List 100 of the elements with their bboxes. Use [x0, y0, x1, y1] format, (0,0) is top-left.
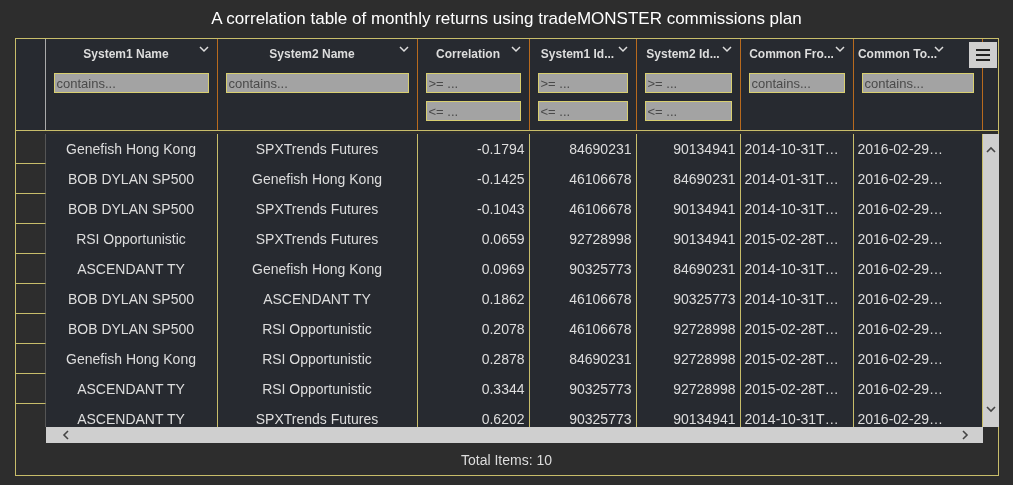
column-header[interactable]: Common To...: [857, 47, 938, 61]
column-header[interactable]: System1 Id...: [540, 47, 615, 61]
table-cell: SPXTrends Futures: [217, 194, 418, 224]
menu-icon: [975, 49, 990, 61]
filter-field[interactable]: <= ...: [644, 101, 732, 121]
row-header[interactable]: [15, 134, 46, 164]
row-header[interactable]: [15, 254, 46, 284]
table-cell: 2014-01-31T…: [740, 164, 854, 194]
row-header[interactable]: [15, 224, 46, 254]
table-cell: 2016-02-29…: [853, 344, 983, 374]
table-cell: Genefish Hong Kong: [45, 134, 218, 164]
table-cell: 46106678: [529, 164, 637, 194]
table-cell: -0.1794: [417, 134, 530, 164]
chevron-down-icon[interactable]: [198, 46, 209, 53]
menu-button[interactable]: [968, 42, 997, 68]
scroll-down-icon[interactable]: [985, 405, 996, 413]
table-cell: 0.0659: [417, 224, 530, 254]
table-cell: 2014-10-31T…: [740, 284, 854, 314]
table-cell: 46106678: [529, 314, 637, 344]
table-cell: BOB DYLAN SP500: [45, 194, 218, 224]
total-items-label: Total Items: 10: [459, 452, 553, 468]
chevron-down-icon[interactable]: [617, 46, 628, 53]
column-header[interactable]: Common Fro...: [749, 47, 834, 61]
table-cell: 2015-02-28T…: [740, 344, 854, 374]
filter-field[interactable]: contains...: [225, 73, 409, 93]
table-cell: BOB DYLAN SP500: [45, 164, 218, 194]
table-cell: 2016-02-29…: [853, 224, 983, 254]
table-cell: 2016-02-29…: [853, 164, 983, 194]
table-cell: BOB DYLAN SP500: [45, 284, 218, 314]
table-cell: 92728998: [636, 374, 741, 404]
table-cell: RSI Opportunistic: [217, 344, 418, 374]
scroll-left-icon[interactable]: [61, 430, 70, 440]
table-title: A correlation table of monthly returns using tradeMONSTER commissions plan: [211, 8, 802, 30]
filter-field[interactable]: >= ...: [537, 73, 628, 93]
scroll-right-icon[interactable]: [960, 430, 969, 440]
row-header[interactable]: [15, 284, 46, 314]
table-cell: 92728998: [636, 344, 741, 374]
row-header[interactable]: [15, 164, 46, 194]
table-cell: ASCENDANT TY: [45, 254, 218, 284]
table-cell: RSI Opportunistic: [217, 374, 418, 404]
table-cell: 90325773: [636, 284, 741, 314]
table-cell: 92728998: [529, 224, 637, 254]
table-cell: 2014-10-31T…: [740, 254, 854, 284]
row-header[interactable]: [15, 314, 46, 344]
filter-field[interactable]: <= ...: [537, 101, 628, 121]
table-cell: BOB DYLAN SP500: [45, 314, 218, 344]
table-cell: 2014-10-31T…: [740, 194, 854, 224]
table-cell: 2015-02-28T…: [740, 224, 854, 254]
table-cell: RSI Opportunistic: [45, 224, 218, 254]
row-header[interactable]: [15, 344, 46, 374]
table-cell: 0.0969: [417, 254, 530, 284]
table-cell: 90134941: [636, 224, 741, 254]
scroll-up-icon[interactable]: [985, 146, 996, 154]
table-cell: 2016-02-29…: [853, 284, 983, 314]
horizontal-scrollbar[interactable]: [45, 427, 983, 443]
filter-field[interactable]: >= ...: [644, 73, 732, 93]
table-cell: Genefish Hong Kong: [217, 164, 418, 194]
column-header[interactable]: System1 Name: [83, 47, 169, 61]
row-header[interactable]: [15, 374, 46, 404]
chevron-down-icon[interactable]: [510, 46, 521, 53]
table-cell: 0.3344: [417, 374, 530, 404]
table-cell: RSI Opportunistic: [217, 314, 418, 344]
row-header[interactable]: [15, 194, 46, 224]
filter-field[interactable]: <= ...: [425, 101, 521, 121]
filter-field[interactable]: contains...: [53, 73, 209, 93]
table-cell: SPXTrends Futures: [217, 134, 418, 164]
table-cell: ASCENDANT TY: [45, 374, 218, 404]
table-cell: 84690231: [636, 164, 741, 194]
table-cell: 0.2078: [417, 314, 530, 344]
chevron-down-icon[interactable]: [398, 46, 409, 53]
table-cell: 2016-02-29…: [853, 194, 983, 224]
table-cell: 2015-02-28T…: [740, 374, 854, 404]
table-cell: -0.1425: [417, 164, 530, 194]
table-cell: 90325773: [529, 374, 637, 404]
table-cell: 2016-02-29…: [853, 134, 983, 164]
table-cell: 84690231: [636, 254, 741, 284]
table-cell: 2016-02-29…: [853, 254, 983, 284]
table-cell: SPXTrends Futures: [217, 224, 418, 254]
table-cell: 92728998: [636, 314, 741, 344]
table-cell: 90134941: [636, 134, 741, 164]
table-cell: -0.1043: [417, 194, 530, 224]
table-cell: 2014-10-31T…: [740, 134, 854, 164]
chevron-down-icon[interactable]: [834, 46, 845, 53]
filter-field[interactable]: >= ...: [425, 73, 521, 93]
column-header[interactable]: Correlation: [436, 47, 500, 61]
table-cell: Genefish Hong Kong: [217, 254, 418, 284]
table-cell: 46106678: [529, 194, 637, 224]
filter-field[interactable]: contains...: [861, 73, 974, 93]
table-cell: Genefish Hong Kong: [45, 344, 218, 374]
table-cell: 0.2878: [417, 344, 530, 374]
table-cell: 84690231: [529, 344, 637, 374]
filter-field[interactable]: contains...: [748, 73, 845, 93]
table-cell: 2016-02-29…: [853, 314, 983, 344]
column-header[interactable]: System2 Name: [269, 47, 355, 61]
column-header[interactable]: System2 Id...: [646, 47, 720, 61]
table-cell: 90325773: [529, 254, 637, 284]
chevron-down-icon[interactable]: [721, 46, 732, 53]
table-cell: 2016-02-29…: [853, 374, 983, 404]
table-cell: 2015-02-28T…: [740, 314, 854, 344]
table-cell: 46106678: [529, 284, 637, 314]
